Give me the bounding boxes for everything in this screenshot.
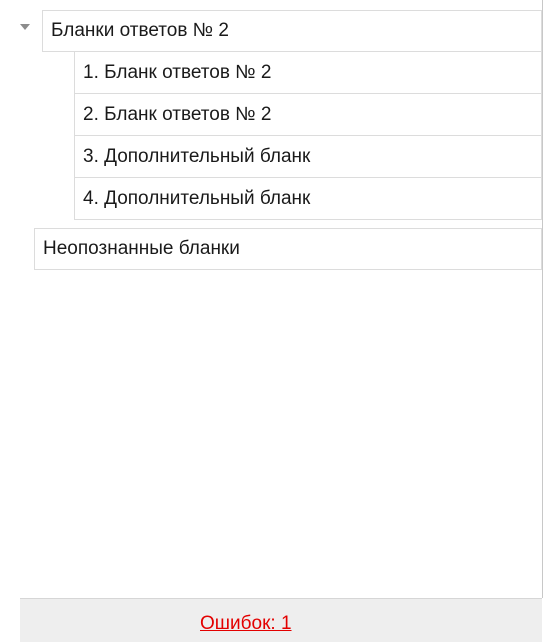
- tree-group-label: Бланки ответов № 2: [51, 20, 229, 41]
- tree-item-label: 2. Бланк ответов № 2: [83, 103, 272, 125]
- right-gutter: [543, 0, 559, 642]
- tree-view: Бланки ответов № 2 1. Бланк ответов № 2 …: [0, 0, 542, 598]
- tree-item-additional-sheet-4[interactable]: 4. Дополнительный бланк: [74, 178, 542, 220]
- tree-item-label: 3. Дополнительный бланк: [83, 145, 311, 167]
- tree-item-label: 1. Бланк ответов № 2: [83, 61, 272, 83]
- tree-item-answer-sheet-1[interactable]: 1. Бланк ответов № 2: [74, 52, 542, 94]
- tree-item-additional-sheet-3[interactable]: 3. Дополнительный бланк: [74, 136, 542, 178]
- tree-item-unrecognized-sheets[interactable]: Неопознанные бланки: [34, 228, 542, 270]
- tree-item-answer-sheet-2[interactable]: 2. Бланк ответов № 2: [74, 94, 542, 136]
- tree-group-answer-sheets[interactable]: Бланки ответов № 2: [42, 10, 542, 52]
- status-bar: Ошибок: 1: [20, 598, 542, 642]
- tree-item-label: Неопознанные бланки: [43, 238, 240, 259]
- tree-item-label: 4. Дополнительный бланк: [83, 187, 311, 209]
- form-tree-panel: Бланки ответов № 2 1. Бланк ответов № 2 …: [0, 0, 559, 642]
- errors-count-link[interactable]: Ошибок: 1: [200, 613, 292, 635]
- chevron-down-icon[interactable]: [20, 24, 30, 30]
